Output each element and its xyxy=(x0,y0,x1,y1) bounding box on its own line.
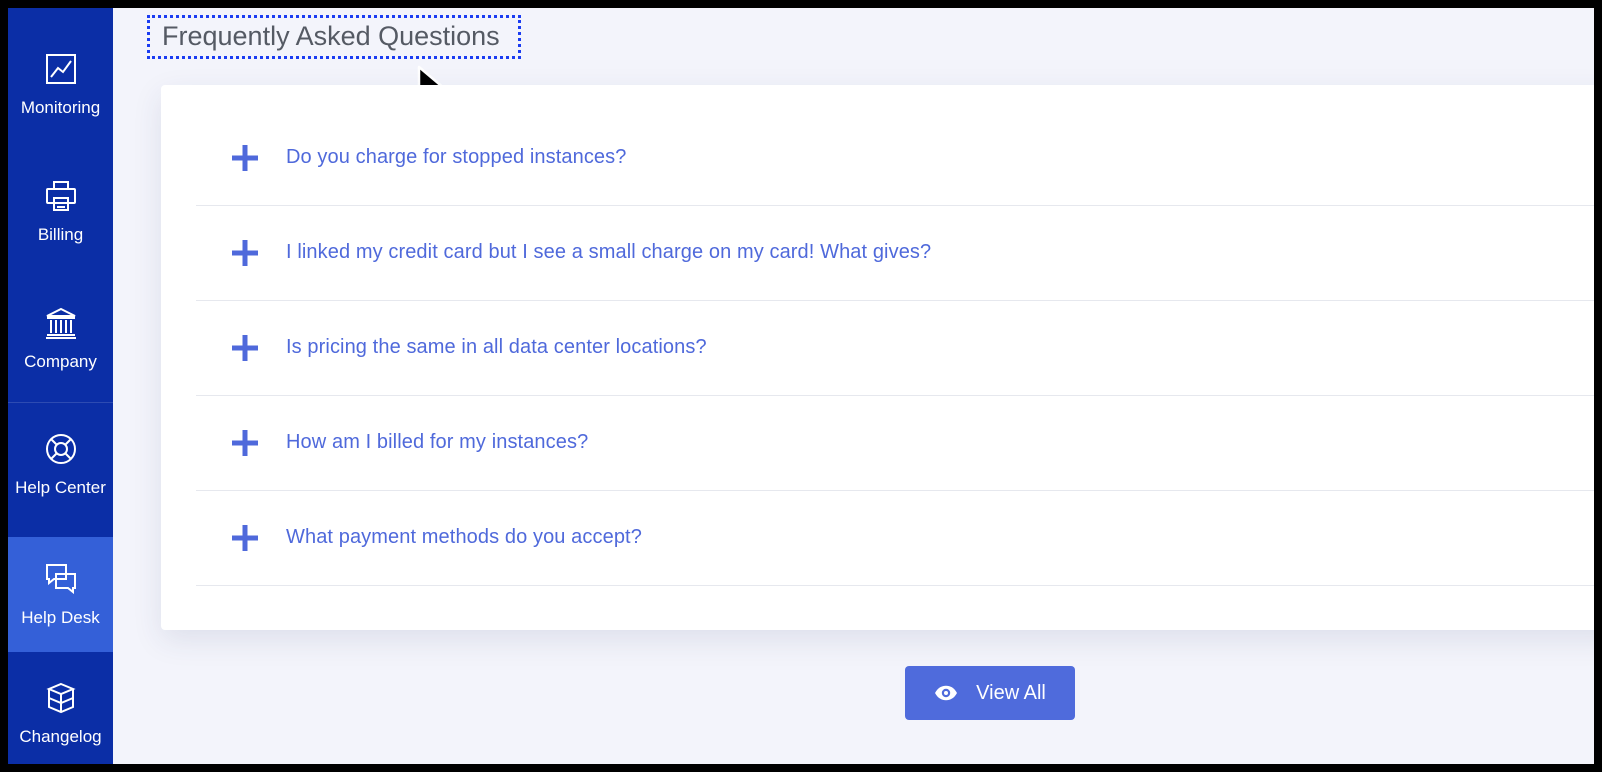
sidebar-item-company[interactable]: Company xyxy=(8,306,113,372)
sidebar-divider xyxy=(8,402,113,403)
faq-item[interactable]: How am I billed for my instances? xyxy=(196,395,1594,491)
lifebuoy-icon xyxy=(45,434,76,464)
sidebar-item-help-desk[interactable]: Help Desk xyxy=(8,537,113,652)
printer-icon xyxy=(45,181,76,211)
plus-icon xyxy=(232,429,258,456)
faq-item[interactable]: I linked my credit card but I see a smal… xyxy=(196,205,1594,301)
sidebar-item-billing[interactable]: Billing xyxy=(8,179,113,245)
app-viewport: Monitoring Billing Company Help Center H… xyxy=(8,8,1594,764)
bank-icon xyxy=(45,307,76,339)
sidebar-item-label: Help Center xyxy=(15,478,106,497)
sidebar: Monitoring Billing Company Help Center H… xyxy=(8,8,113,764)
cubes-icon xyxy=(45,682,76,714)
view-all-label: View All xyxy=(976,681,1046,704)
faq-item[interactable]: Do you charge for stopped instances? xyxy=(196,110,1594,206)
faq-item[interactable]: Is pricing the same in all data center l… xyxy=(196,300,1594,396)
plus-icon xyxy=(232,144,258,171)
plus-icon xyxy=(232,524,258,551)
main-content: Frequently Asked Questions Do you charge… xyxy=(113,8,1594,764)
eye-icon xyxy=(935,685,958,701)
faq-question: How am I billed for my instances? xyxy=(286,431,589,453)
sidebar-item-label: Monitoring xyxy=(20,98,101,117)
faq-title: Frequently Asked Questions xyxy=(147,15,521,59)
faq-question: Is pricing the same in all data center l… xyxy=(286,336,707,358)
sidebar-item-monitoring[interactable]: Monitoring xyxy=(8,52,113,118)
view-all-button[interactable]: View All xyxy=(905,666,1075,720)
faq-question: Do you charge for stopped instances? xyxy=(286,146,627,168)
faq-question: What payment methods do you accept? xyxy=(286,526,642,548)
chart-line-icon xyxy=(45,54,76,84)
faq-question: I linked my credit card but I see a smal… xyxy=(286,241,932,263)
plus-icon xyxy=(232,334,258,361)
sidebar-item-label: Help Desk xyxy=(21,607,100,627)
sidebar-item-changelog[interactable]: Changelog xyxy=(8,681,113,747)
sidebar-item-label: Billing xyxy=(37,225,84,244)
plus-icon xyxy=(232,239,258,266)
faq-item[interactable]: What payment methods do you accept? xyxy=(196,490,1594,586)
faq-card: Do you charge for stopped instances? I l… xyxy=(161,85,1594,630)
chat-bubbles-icon xyxy=(45,563,76,594)
sidebar-item-help-center[interactable]: Help Center xyxy=(8,432,113,498)
sidebar-item-label: Company xyxy=(24,352,97,371)
sidebar-item-label: Changelog xyxy=(19,727,102,746)
